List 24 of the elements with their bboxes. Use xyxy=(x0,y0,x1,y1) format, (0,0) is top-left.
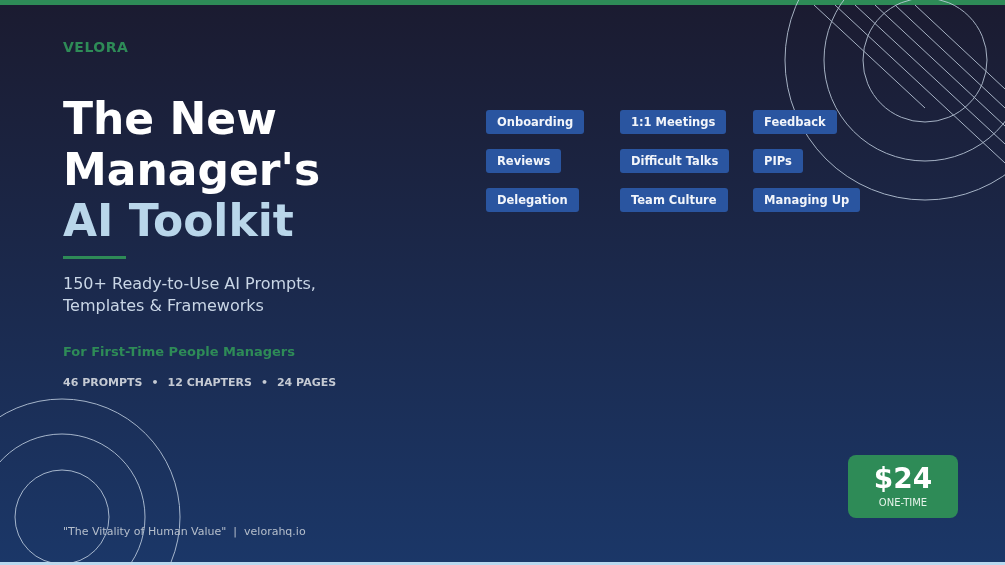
title-line: The New xyxy=(63,93,278,144)
price-amount: $24 xyxy=(873,463,933,494)
subtitle-line: Templates & Frameworks xyxy=(63,295,265,317)
price-note: ONE-TIME xyxy=(878,495,928,510)
stat-text: 24 PAGES xyxy=(276,375,337,391)
title-line: AI Toolkit xyxy=(63,195,295,246)
stat-text: • xyxy=(151,375,159,391)
topic-tag: 1:1 Meetings xyxy=(620,110,727,134)
title-line: Manager's xyxy=(63,144,322,195)
audience-label: For First-Time People Managers xyxy=(63,343,296,361)
footer-text: "The Vitality of Human Value" | velorahq.io xyxy=(63,524,307,540)
stat-text: 12 CHAPTERS xyxy=(167,375,252,391)
topic-tag: Delegation xyxy=(486,188,579,212)
topic-tag: Managing Up xyxy=(753,188,861,212)
topic-tag: Onboarding xyxy=(486,110,585,134)
topic-tag: PIPs xyxy=(753,149,803,173)
topic-tag: Feedback xyxy=(753,110,837,134)
topic-tag: Difficult Talks xyxy=(620,149,730,173)
stat-text: 46 PROMPTS xyxy=(63,375,143,391)
brand-logo: VELORA xyxy=(63,38,130,57)
topic-tag: Reviews xyxy=(486,149,562,173)
topic-tag: Team Culture xyxy=(620,188,728,212)
subtitle-line: 150+ Ready-to-Use AI Prompts, xyxy=(63,273,317,295)
stat-text: • xyxy=(260,375,268,391)
